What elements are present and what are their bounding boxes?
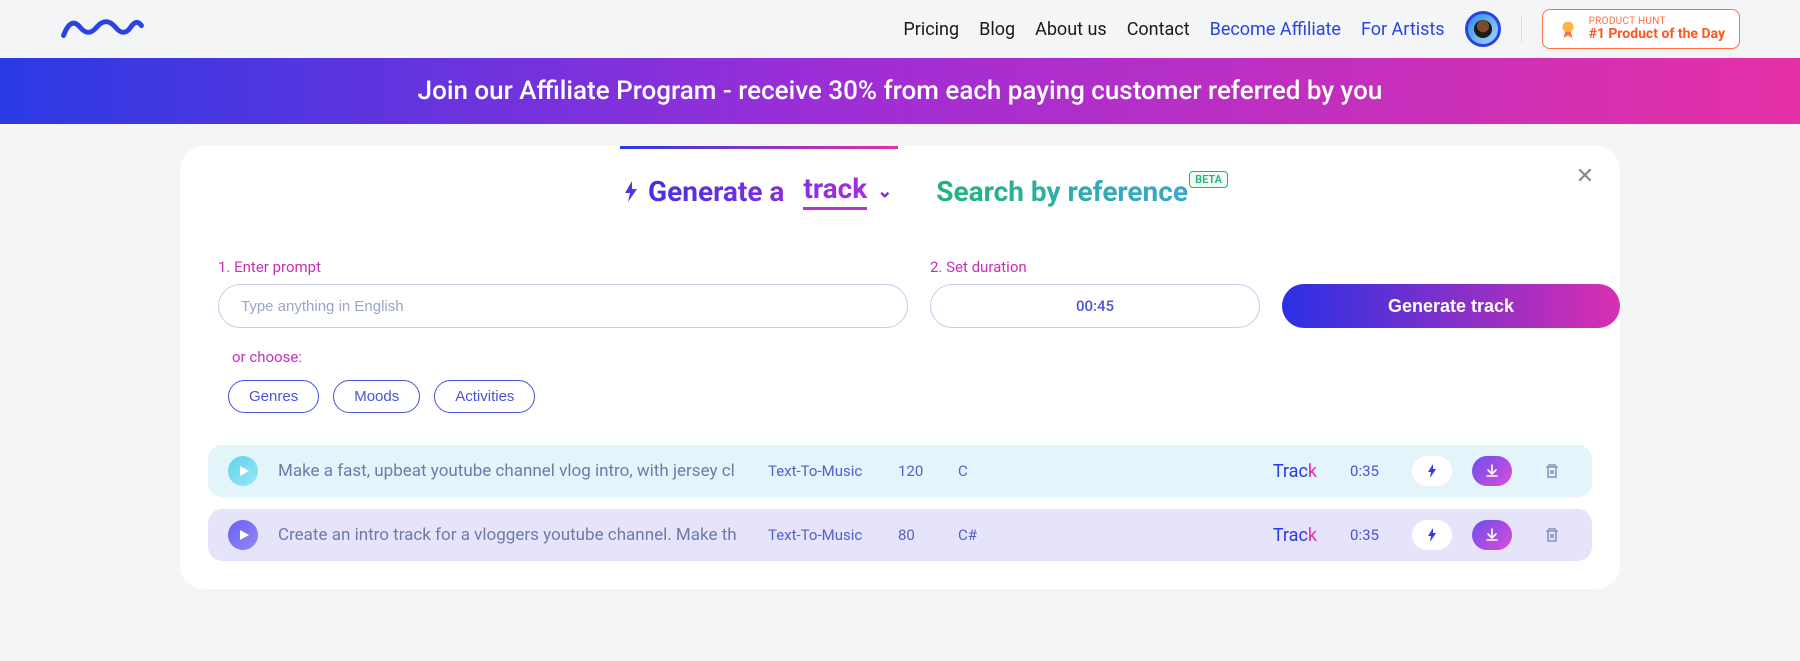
tab-generate-prefix: Generate a <box>648 175 784 208</box>
track-key: C# <box>958 526 998 544</box>
track-time: 0:35 <box>1337 526 1392 544</box>
track-label: Track <box>1273 525 1317 546</box>
nav-about[interactable]: About us <box>1035 19 1107 40</box>
track-key: C <box>958 462 998 480</box>
product-hunt-badge[interactable]: PRODUCT HUNT #1 Product of the Day <box>1542 9 1740 49</box>
or-choose-label: or choose: <box>232 348 1592 366</box>
generate-button[interactable]: Generate track <box>1282 284 1620 328</box>
track-type: Text-To-Music <box>768 462 878 480</box>
play-button[interactable] <box>228 456 258 486</box>
nav-separator <box>1521 15 1522 43</box>
tab-generate[interactable]: Generate a track ⌄ <box>612 150 900 228</box>
affiliate-banner[interactable]: Join our Affiliate Program - receive 30%… <box>0 58 1800 124</box>
track-prompt: Create an intro track for a vloggers you… <box>278 525 748 545</box>
tab-search[interactable]: Search by reference BETA <box>936 153 1188 226</box>
prompt-label: 1. Enter prompt <box>218 258 908 276</box>
prompt-input[interactable] <box>218 284 908 328</box>
medal-icon <box>1557 18 1579 40</box>
nav-artists[interactable]: For Artists <box>1361 19 1445 40</box>
field-prompt: 1. Enter prompt <box>218 258 908 328</box>
regenerate-button[interactable] <box>1412 520 1452 550</box>
lightning-icon <box>1424 527 1440 543</box>
main-card: ✕ Generate a track ⌄ Search by reference… <box>180 146 1620 589</box>
tab-active-indicator <box>620 146 898 149</box>
nav-pricing[interactable]: Pricing <box>903 19 959 40</box>
chips: Genres Moods Activities <box>208 380 1592 413</box>
header: Pricing Blog About us Contact Become Aff… <box>0 0 1800 58</box>
tabs: Generate a track ⌄ Search by reference B… <box>208 146 1592 228</box>
play-icon <box>238 465 250 477</box>
track-row: Create an intro track for a vloggers you… <box>208 509 1592 561</box>
download-icon <box>1484 463 1500 479</box>
track-list: Make a fast, upbeat youtube channel vlog… <box>208 445 1592 561</box>
delete-button[interactable] <box>1532 520 1572 550</box>
lightning-icon <box>1424 463 1440 479</box>
track-type: Text-To-Music <box>768 526 878 544</box>
track-label: Track <box>1273 461 1317 482</box>
track-bpm: 80 <box>898 526 938 544</box>
lightning-icon <box>620 180 642 202</box>
logo[interactable] <box>60 12 145 46</box>
tab-generate-word: track <box>803 172 867 210</box>
track-time: 0:35 <box>1337 462 1392 480</box>
track-row: Make a fast, upbeat youtube channel vlog… <box>208 445 1592 497</box>
chip-activities[interactable]: Activities <box>434 380 535 413</box>
download-button[interactable] <box>1472 520 1512 550</box>
play-button[interactable] <box>228 520 258 550</box>
chip-moods[interactable]: Moods <box>333 380 420 413</box>
download-button[interactable] <box>1472 456 1512 486</box>
avatar[interactable] <box>1465 11 1501 47</box>
trash-icon <box>1543 526 1561 544</box>
download-icon <box>1484 527 1500 543</box>
trash-icon <box>1543 462 1561 480</box>
nav-contact[interactable]: Contact <box>1127 19 1190 40</box>
track-bpm: 120 <box>898 462 938 480</box>
tab-search-label: Search by reference <box>936 175 1188 208</box>
duration-input[interactable]: 00:45 <box>930 284 1260 328</box>
beta-badge: BETA <box>1189 171 1228 188</box>
nav-blog[interactable]: Blog <box>979 19 1015 40</box>
nav-affiliate[interactable]: Become Affiliate <box>1210 19 1341 40</box>
delete-button[interactable] <box>1532 456 1572 486</box>
form-row: 1. Enter prompt 2. Set duration 00:45 Ge… <box>208 258 1592 328</box>
duration-label: 2. Set duration <box>930 258 1260 276</box>
chevron-down-icon[interactable]: ⌄ <box>877 181 892 202</box>
play-icon <box>238 529 250 541</box>
nav: Pricing Blog About us Contact Become Aff… <box>903 9 1740 49</box>
field-duration: 2. Set duration 00:45 <box>930 258 1260 328</box>
ph-bottom-text: #1 Product of the Day <box>1589 27 1725 42</box>
chip-genres[interactable]: Genres <box>228 380 319 413</box>
regenerate-button[interactable] <box>1412 456 1452 486</box>
track-prompt: Make a fast, upbeat youtube channel vlog… <box>278 461 748 481</box>
